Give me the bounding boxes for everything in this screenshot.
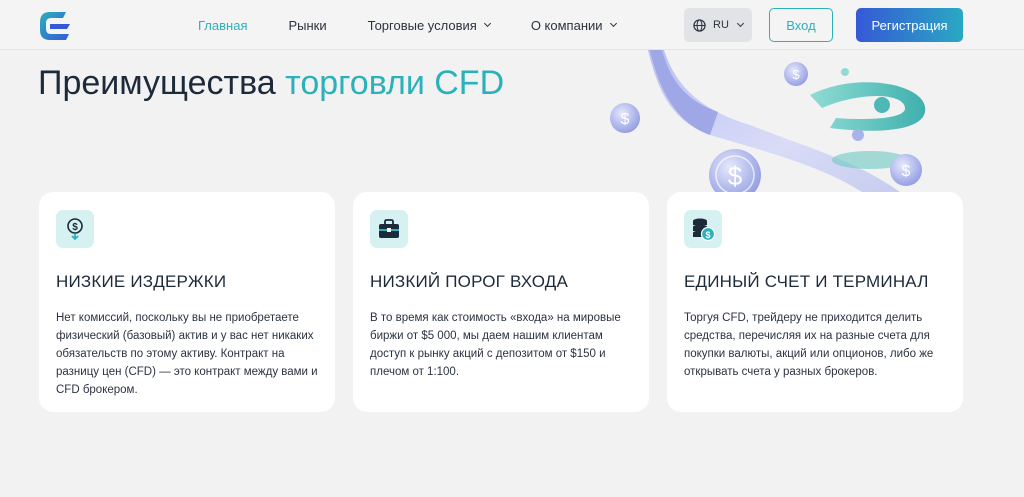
nav-home-label: Главная (198, 17, 248, 33)
card-text: В то время как стоимость «входа» на миро… (370, 312, 621, 378)
nav-about-label: О компании (530, 17, 603, 33)
site-header: Главная Рынки Торговые условия О компани… (0, 0, 1024, 50)
svg-text:$: $ (792, 67, 800, 82)
card-single-account: $ ЕДИНЫЙ СЧЕТ И ТЕРМИНАЛ Торгуя CFD, тре… (667, 192, 963, 412)
nav-markets-label: Рынки (288, 17, 327, 33)
svg-text:$: $ (728, 161, 743, 191)
nav-trading-conditions-label: Торговые условия (367, 17, 477, 33)
card-text: Нет комиссий, поскольку вы не приобретае… (56, 312, 318, 396)
coin-icon: $ (709, 149, 761, 195)
page-title: Преимущества торговли CFD (38, 64, 518, 102)
login-button[interactable]: Вход (769, 8, 833, 42)
logo-icon[interactable] (36, 8, 74, 44)
card-title: НИЗКИЕ ИЗДЕРЖКИ (56, 272, 227, 291)
svg-text:$: $ (902, 163, 911, 180)
money-down-icon: $ (56, 210, 94, 248)
nav-trading-conditions[interactable]: Торговые условия (367, 17, 491, 33)
chevron-down-icon (609, 19, 617, 28)
card-low-costs: $ НИЗКИЕ ИЗДЕРЖКИ Нет комиссий, поскольк… (39, 192, 335, 412)
card-low-entry: НИЗКИЙ ПОРОГ ВХОДА В то время как стоимо… (353, 192, 649, 412)
briefcase-icon (370, 210, 408, 248)
ribbon-fold (650, 50, 718, 135)
hero-illustration: $ $ $ $ (610, 50, 926, 195)
small-coin (841, 68, 849, 76)
language-select[interactable]: RU (684, 8, 752, 42)
login-label: Вход (786, 17, 816, 33)
chevron-down-icon (736, 19, 744, 28)
main-nav: Главная Рынки Торговые условия О компани… (198, 0, 657, 50)
card-title: ЕДИНЫЙ СЧЕТ И ТЕРМИНАЛ (684, 272, 929, 291)
card-text: Торгуя CFD, трейдеру не приходится делит… (684, 312, 934, 378)
torus-shape (810, 82, 926, 131)
coin-icon: $ (784, 62, 808, 86)
svg-text:$: $ (705, 230, 710, 240)
card-title: НИЗКИЙ ПОРОГ ВХОДА (370, 272, 569, 291)
coin-icon: $ (890, 154, 922, 186)
nav-home[interactable]: Главная (198, 18, 247, 33)
nav-about[interactable]: О компании (530, 17, 617, 33)
page-title-part1: Преимущества (38, 64, 286, 102)
page-title-accent: торговли CFD (285, 64, 505, 102)
language-label: RU (713, 19, 729, 31)
coin-icon: $ (610, 103, 640, 133)
nav-markets[interactable]: Рынки (288, 18, 326, 33)
register-label: Регистрация (871, 17, 948, 33)
small-coin (852, 129, 864, 141)
globe-icon (693, 18, 706, 32)
torus-ball (874, 97, 890, 113)
chevron-down-icon (483, 19, 491, 28)
coins-stack-icon: $ (684, 210, 722, 248)
svg-text:$: $ (621, 111, 630, 128)
register-button[interactable]: Регистрация (856, 8, 963, 42)
svg-text:$: $ (72, 222, 78, 233)
